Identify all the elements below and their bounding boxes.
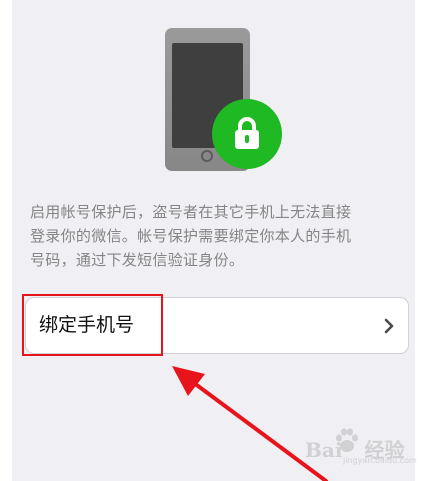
bind-phone-button[interactable]: 绑定手机号 — [25, 297, 409, 354]
lock-icon — [212, 99, 282, 169]
paw-icon — [336, 428, 358, 452]
bind-phone-label: 绑定手机号 — [39, 314, 135, 336]
chevron-right-icon — [384, 318, 394, 334]
watermark-url: jingyan.baidu.com — [343, 456, 417, 465]
description-line: 启用帐号保护后，盗号者在其它手机上无法直接 — [30, 203, 352, 221]
phone-home-button — [201, 150, 213, 162]
description-line: 号码，通过下发短信验证身份。 — [30, 251, 245, 269]
protection-description: 启用帐号保护后，盗号者在其它手机上无法直接 登录你的微信。帐号保护需要绑定你本人… — [30, 200, 410, 272]
description-line: 登录你的微信。帐号保护需要绑定你本人的手机 — [30, 227, 352, 245]
baidu-jingyan-watermark: Bai 经验 jingyan.baidu.com — [305, 428, 417, 468]
